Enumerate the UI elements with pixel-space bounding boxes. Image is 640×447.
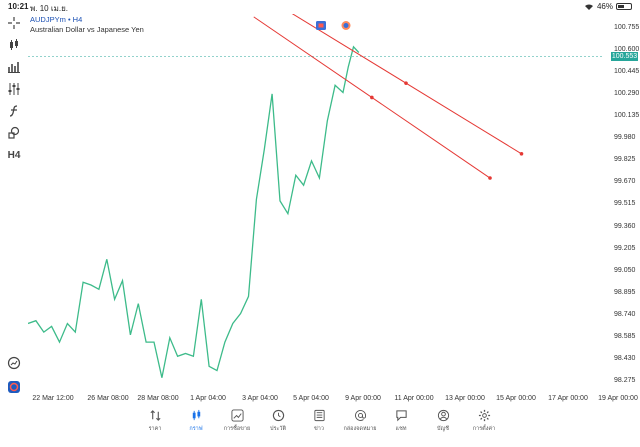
time-tick-label: 13 Apr 00:00 bbox=[445, 395, 485, 402]
price-tick-label: 98.740 bbox=[614, 310, 636, 318]
time-tick-label: 5 Apr 04:00 bbox=[293, 395, 329, 402]
arrows-updown-icon bbox=[149, 410, 161, 421]
price-tick-label: 98.430 bbox=[614, 355, 636, 363]
settings-sliders-tool[interactable] bbox=[4, 80, 24, 98]
buy-marker-icon[interactable] bbox=[341, 21, 351, 30]
time-tick-label: 3 Apr 04:00 bbox=[242, 395, 278, 402]
wifi-icon bbox=[584, 3, 593, 10]
time-tick-label: 9 Apr 00:00 bbox=[345, 395, 381, 402]
nav-item-4[interactable]: ข่าว bbox=[299, 409, 339, 433]
nav-item-0[interactable]: ราคา bbox=[135, 409, 175, 433]
time-tick-label: 19 Apr 00:00 bbox=[598, 395, 638, 402]
trend-line-handle[interactable] bbox=[519, 151, 524, 156]
ai-assistant-tool[interactable] bbox=[4, 354, 24, 372]
trend-icon bbox=[230, 409, 244, 422]
price-tick-label: 99.205 bbox=[614, 244, 636, 252]
objects-tool[interactable] bbox=[4, 124, 24, 142]
price-tick-label: 100.135 bbox=[614, 111, 640, 119]
price-tick-label: 100.755 bbox=[614, 23, 640, 31]
price-tick-label: 99.515 bbox=[614, 200, 636, 208]
status-right: 46% bbox=[584, 2, 632, 11]
battery-fill bbox=[618, 5, 624, 8]
bottom-nav: ราคา กราฟ การซื้อขาย ประวัติ ข่าว กล่องจดหมาย… bbox=[0, 405, 640, 447]
timeframe-button[interactable]: H4 bbox=[4, 146, 24, 164]
nav-item-6[interactable]: แชท bbox=[381, 409, 421, 433]
time-tick-label: 11 Apr 00:00 bbox=[394, 395, 434, 402]
nav-item-3[interactable]: ประวัติ bbox=[258, 409, 298, 433]
at-icon bbox=[354, 410, 366, 421]
price-tick-label: 99.980 bbox=[614, 134, 636, 142]
price-tick-label: 100.290 bbox=[614, 89, 640, 97]
battery-percent: 46% bbox=[596, 2, 613, 11]
left-toolbar: H4 bbox=[0, 14, 28, 406]
chat-icon bbox=[395, 410, 407, 422]
nav-item-2[interactable]: การซื้อขาย bbox=[217, 409, 257, 433]
news-icon bbox=[313, 409, 325, 422]
indicators-tool[interactable] bbox=[4, 58, 24, 76]
trend-line-handle[interactable] bbox=[404, 81, 408, 85]
time-tick-label: 15 Apr 00:00 bbox=[496, 395, 536, 402]
nav-label: ประวัติ bbox=[269, 426, 287, 432]
nav-label: ราคา bbox=[148, 426, 162, 432]
battery-icon bbox=[616, 3, 632, 10]
price-tick-label: 98.275 bbox=[614, 377, 636, 385]
price-tick-label: 98.585 bbox=[614, 333, 636, 341]
chart-object-markers[interactable] bbox=[316, 21, 351, 30]
sliders-icon bbox=[8, 83, 20, 95]
sell-marker-icon[interactable] bbox=[316, 21, 326, 30]
time-tick-label: 28 Mar 08:00 bbox=[137, 395, 179, 402]
time-tick-label: 26 Mar 08:00 bbox=[87, 395, 129, 402]
signal-icon bbox=[8, 381, 20, 393]
price-tick-label: 99.670 bbox=[614, 178, 636, 186]
candles-icon bbox=[192, 409, 200, 421]
nav-label: การซื้อขาย bbox=[223, 426, 251, 432]
time-axis[interactable]: 22 Mar 12:00 26 Mar 08:00 28 Mar 08:00 1 Ap… bbox=[28, 393, 640, 405]
nav-label: กล่องจดหมาย bbox=[343, 426, 377, 432]
time-tick-label: 1 Apr 04:00 bbox=[190, 395, 226, 402]
price-line bbox=[28, 45, 360, 378]
crosshair-icon bbox=[8, 17, 20, 29]
nav-item-5[interactable]: กล่องจดหมาย bbox=[340, 409, 380, 433]
nav-item-1[interactable]: กราฟ bbox=[176, 409, 216, 433]
history-icon bbox=[272, 409, 284, 422]
price-tick-label: 100.445 bbox=[614, 67, 640, 75]
nav-item-8[interactable]: การตั้งค่า bbox=[464, 409, 504, 433]
current-price-label: 100.553 bbox=[611, 51, 638, 61]
price-axis[interactable]: 100.755 100.600 100.445 100.290 100.135 99.98… bbox=[610, 14, 640, 414]
nav-label: กราฟ bbox=[189, 426, 203, 432]
candles-icon bbox=[10, 39, 18, 50]
crosshair-tool[interactable] bbox=[4, 14, 24, 32]
time-tick-label: 17 Apr 00:00 bbox=[548, 395, 588, 402]
nav-label: การตั้งค่า bbox=[472, 426, 496, 432]
chart-type-tool[interactable] bbox=[4, 36, 24, 54]
function-icon bbox=[9, 105, 18, 117]
shapes-icon bbox=[8, 126, 20, 139]
status-time: 10:21 bbox=[8, 2, 29, 11]
price-chart[interactable] bbox=[28, 14, 602, 392]
status-bar: 10:21 พ. 10 เม.ย. 46% bbox=[0, 0, 640, 14]
nav-label: ข่าว bbox=[314, 426, 324, 432]
gear-icon bbox=[478, 409, 490, 422]
bars-chart-icon bbox=[8, 62, 20, 73]
nav-label: บัญชี bbox=[437, 426, 449, 432]
trade-signal-tool[interactable] bbox=[4, 378, 24, 396]
price-tick-label: 99.825 bbox=[614, 156, 636, 164]
account-icon bbox=[437, 409, 449, 422]
price-tick-label: 99.360 bbox=[614, 222, 636, 230]
trend-lines[interactable] bbox=[253, 14, 524, 180]
nav-label: แชท bbox=[395, 426, 407, 432]
nav-item-7[interactable]: บัญชี bbox=[423, 409, 463, 433]
function-tool[interactable] bbox=[4, 102, 24, 120]
trend-line-handle[interactable] bbox=[488, 176, 492, 180]
price-tick-label: 99.050 bbox=[614, 266, 636, 274]
time-tick-label: 22 Mar 12:00 bbox=[32, 395, 74, 402]
trend-line-handle[interactable] bbox=[370, 95, 374, 100]
search-circle-icon bbox=[7, 356, 21, 370]
price-tick-label: 98.895 bbox=[614, 288, 636, 296]
